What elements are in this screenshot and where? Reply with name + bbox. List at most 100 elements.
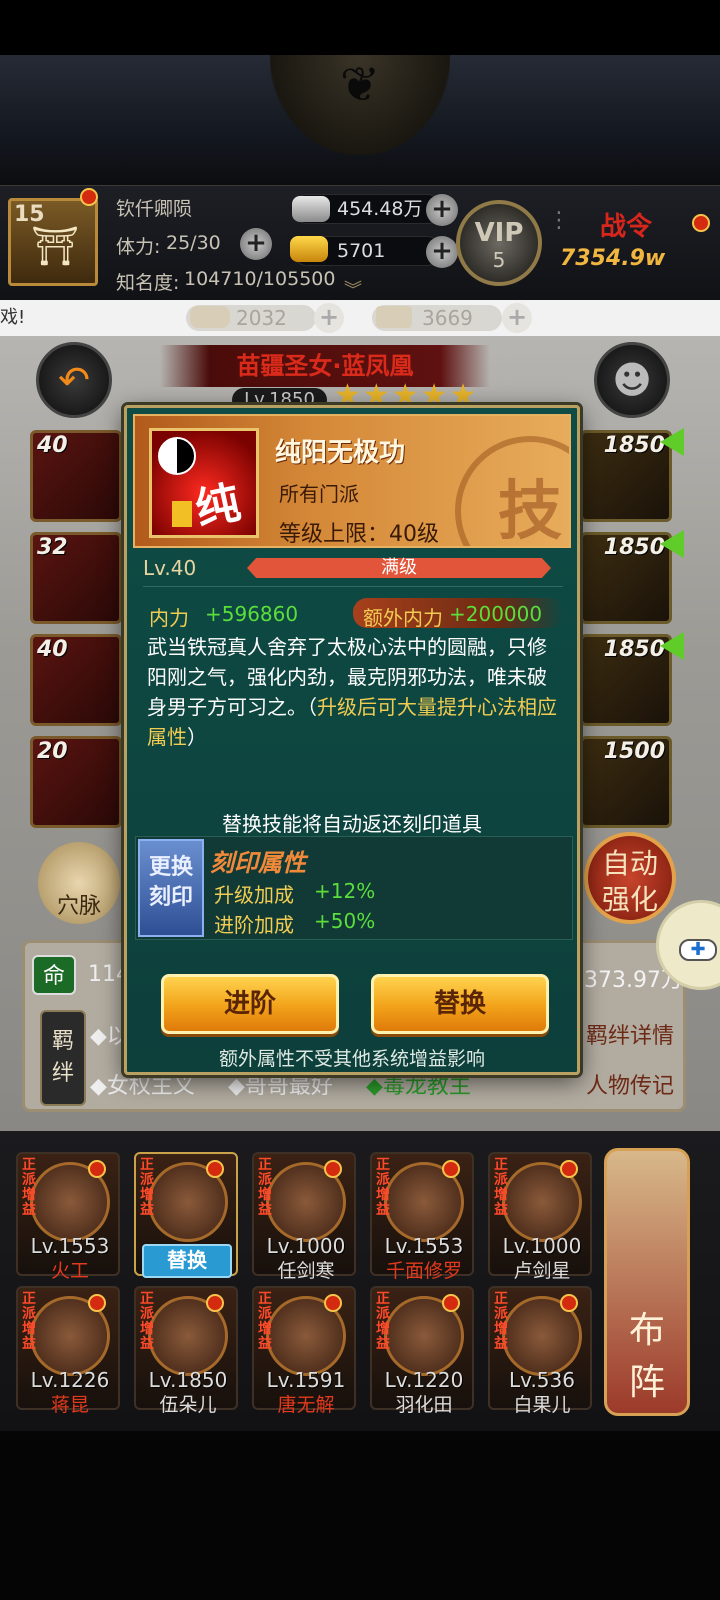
hero-name: 唐无解 <box>277 1394 335 1416</box>
hero-level: Lv.1553 <box>384 1234 464 1258</box>
divider <box>143 586 563 587</box>
hero-level: Lv.1591 <box>266 1368 346 1392</box>
replace-hero-button[interactable]: 替换 <box>142 1244 232 1278</box>
notification-dot <box>442 1160 460 1178</box>
skill-icon: 纯 <box>149 428 259 538</box>
footer-note: 额外属性不受其他系统增益影响 <box>218 1048 485 1070</box>
formation-label-2: 阵 <box>628 1362 665 1403</box>
hero-card[interactable]: 正派增益 Lv.1000 卢剑星 <box>488 1152 592 1282</box>
change-engrave-button[interactable]: 更换刻印 <box>138 839 204 937</box>
equip-slot-right-2[interactable]: 1850 <box>580 532 672 624</box>
auto-strengthen-button[interactable]: 自动 强化 <box>584 832 676 924</box>
hero-name: 白果儿 <box>513 1394 571 1416</box>
extra-stat-value: +200000 <box>449 602 543 626</box>
silver-value: 454.48万 <box>337 198 423 220</box>
skill-slot-left-1[interactable]: 40 <box>30 430 122 522</box>
level-progress-label: 满级 <box>381 557 417 578</box>
power-label: 战令 <box>600 212 653 242</box>
formation-button[interactable]: 布 阵 <box>604 1148 690 1416</box>
faction-tag: 正派增益 <box>140 1157 154 1218</box>
desc-tail: ） <box>187 725 207 749</box>
notification-dot <box>206 1160 224 1178</box>
hero-card[interactable]: 正派增益 Lv.1226 蒋昆 <box>16 1286 120 1416</box>
skill-faction: 所有门派 <box>279 482 359 506</box>
gold-ingot-icon <box>290 236 328 262</box>
notice-text: 戏! <box>0 307 26 328</box>
skill-icon-char: 纯 <box>191 476 245 537</box>
hero-card[interactable]: 正派增益 Lv.536 白果儿 <box>488 1286 592 1416</box>
notification-dot <box>442 1294 460 1312</box>
skill-detail-dialog: 技 纯 纯阳无极功 所有门派 等级上限：40级 Lv.40 满级 内力 +596… <box>124 405 580 1075</box>
skill-slot-left-2[interactable]: 32 <box>30 532 122 624</box>
vip-badge[interactable]: VIP 5 <box>456 200 542 286</box>
faction-tag: 正派增益 <box>140 1291 154 1352</box>
notification-dot <box>324 1294 342 1312</box>
bond-tag: 羁绊 <box>40 1010 86 1106</box>
faction-tag: 正派增益 <box>376 1291 390 1352</box>
skill-level-cap: 等级上限：40级 <box>279 522 439 547</box>
engrave-upgrade-label: 升级加成 <box>214 883 294 907</box>
yin-yang-icon <box>158 437 196 475</box>
biography-link[interactable]: 人物传记 <box>586 1068 674 1100</box>
skill-name: 纯阳无极功 <box>275 438 406 468</box>
notification-dot <box>692 214 710 232</box>
notification-dot <box>560 1294 578 1312</box>
add-gold-button[interactable]: + <box>426 236 458 268</box>
hero-card[interactable]: 正派增益 Lv.1591 唐无解 <box>252 1286 356 1416</box>
hero-level: Lv.536 <box>509 1368 575 1392</box>
acupoint-button[interactable]: 穴脉 <box>38 842 120 924</box>
notification-dot <box>560 1160 578 1178</box>
add-item-2-button[interactable]: + <box>502 303 532 333</box>
silver-ingot-icon <box>292 196 330 222</box>
formation-label-1: 布 <box>628 1310 665 1351</box>
hero-card[interactable]: 正派增益 Lv.1220 羽化田 <box>370 1286 474 1416</box>
token-icon <box>172 501 192 527</box>
notification-dot <box>88 1160 106 1178</box>
bond-detail-link[interactable]: 羁绊详情 <box>586 1018 674 1050</box>
replace-notice: 替换技能将自动返还刻印道具 <box>222 812 482 836</box>
auto-label-1: 自动 <box>601 847 658 880</box>
replace-button[interactable]: 替换 <box>371 974 549 1034</box>
equip-slot-right-1[interactable]: 1850 <box>580 430 672 522</box>
skill-slot-left-4[interactable]: 20 <box>30 736 122 828</box>
stamina-label: 体力: <box>116 236 161 258</box>
faction-tag: 正派增益 <box>22 1157 36 1218</box>
add-item-1-button[interactable]: + <box>314 303 344 333</box>
hero-card[interactable]: 正派增益 Lv.1553 火工 <box>16 1152 120 1282</box>
ornament-divider-icon: ⋮ <box>548 208 570 233</box>
equip-slot-right-4[interactable]: 1500 <box>580 736 672 828</box>
item-counter-1-value: 2032 <box>236 306 287 330</box>
add-stamina-button[interactable]: + <box>240 228 272 260</box>
hero-name: 伍朵儿 <box>159 1394 217 1416</box>
advance-button[interactable]: 进阶 <box>161 974 339 1034</box>
bowl-icon <box>190 306 230 328</box>
skill-level: Lv.40 <box>143 556 197 580</box>
vip-level: 5 <box>492 248 506 272</box>
upgrade-arrow-icon <box>660 530 684 558</box>
top-decoration: ❦ <box>0 55 720 185</box>
skill-slot-left-3[interactable]: 40 <box>30 634 122 726</box>
hero-name: 卢剑星 <box>513 1260 571 1282</box>
stat-value: +596860 <box>205 602 299 626</box>
faction-tag: 正派增益 <box>494 1291 508 1352</box>
faction-tag: 正派增益 <box>258 1291 272 1352</box>
hero-card[interactable]: 正派增益 Lv.1850 伍朵儿 <box>134 1286 238 1416</box>
skill-header: 技 纯 纯阳无极功 所有门派 等级上限：40级 <box>133 414 571 548</box>
slot-level: 32 <box>37 535 68 560</box>
hero-card[interactable]: 正派增益 Lv.1553 千面修罗 <box>370 1152 474 1282</box>
item-counter-2-value: 3669 <box>422 306 473 330</box>
bottom-area <box>0 1431 720 1600</box>
hero-level: Lv.1220 <box>384 1368 464 1392</box>
hero-card[interactable]: 正派增益 Lv.1000 任剑寒 <box>252 1152 356 1282</box>
faction-tag: 正派增益 <box>258 1157 272 1218</box>
hero-avatar-button[interactable]: ☻ <box>594 342 670 418</box>
equip-slot-right-3[interactable]: 1850 <box>580 634 672 726</box>
add-silver-button[interactable]: + <box>426 194 458 226</box>
chevron-down-icon[interactable]: ︾ <box>344 276 362 302</box>
back-arrow-icon[interactable]: ↶ <box>36 342 112 418</box>
hero-name: 火工 <box>50 1260 89 1282</box>
hero-name: 千面修罗 <box>385 1260 462 1282</box>
cloud-ornament-icon: ❦ <box>339 57 381 113</box>
gamepad-icon: ✚ <box>679 939 717 961</box>
hero-card[interactable]: 正派增益 替换 <box>134 1152 238 1278</box>
